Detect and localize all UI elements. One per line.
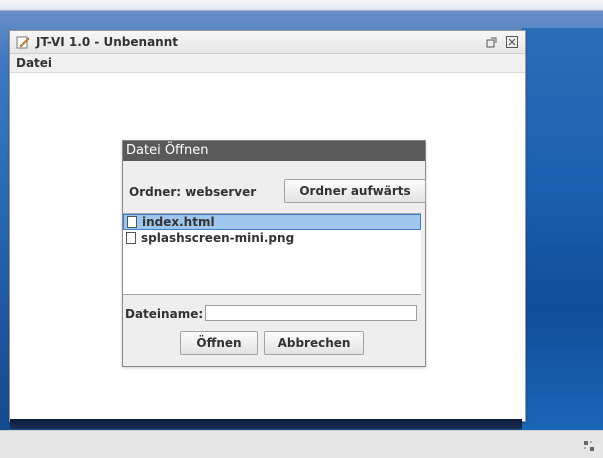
- restore-icon[interactable]: [485, 35, 499, 49]
- pencil-app-icon: [16, 35, 30, 49]
- filename-label: Dateiname:: [125, 307, 204, 321]
- filename-row: Dateiname:: [123, 304, 421, 324]
- window-title: JT-VI 1.0 - Unbenannt: [36, 35, 178, 49]
- dialog-buttons: Öffnen Abbrechen: [123, 331, 421, 357]
- menubar: Datei: [10, 54, 525, 73]
- folder-row: Ordner: webserver Ordner aufwärts: [129, 179, 426, 205]
- file-list[interactable]: index.html splashscreen-mini.png: [123, 213, 421, 295]
- top-panel: [0, 0, 603, 11]
- file-name: index.html: [142, 215, 215, 229]
- desktop-background-right: [522, 28, 603, 430]
- file-name: splashscreen-mini.png: [141, 231, 295, 245]
- open-file-dialog: Datei Öffnen Ordner: webserver Ordner au…: [122, 140, 426, 367]
- menu-datei[interactable]: Datei: [16, 56, 52, 70]
- close-icon[interactable]: [505, 35, 519, 49]
- status-bar: [0, 430, 603, 458]
- window-bottom-edge: [10, 419, 522, 429]
- filename-input[interactable]: [205, 305, 417, 321]
- window-titlebar[interactable]: JT-VI 1.0 - Unbenannt: [10, 31, 525, 54]
- file-icon: [126, 232, 136, 244]
- file-list-item[interactable]: splashscreen-mini.png: [123, 230, 421, 246]
- file-list-item[interactable]: index.html: [123, 214, 421, 230]
- folder-up-button[interactable]: Ordner aufwärts: [284, 179, 426, 203]
- open-button[interactable]: Öffnen: [180, 331, 258, 355]
- cancel-button[interactable]: Abbrechen: [264, 331, 364, 355]
- folder-label: Ordner: webserver: [129, 185, 257, 199]
- file-icon: [127, 216, 137, 228]
- dialog-title: Datei Öffnen: [123, 141, 425, 161]
- resize-grip-icon[interactable]: [581, 438, 597, 454]
